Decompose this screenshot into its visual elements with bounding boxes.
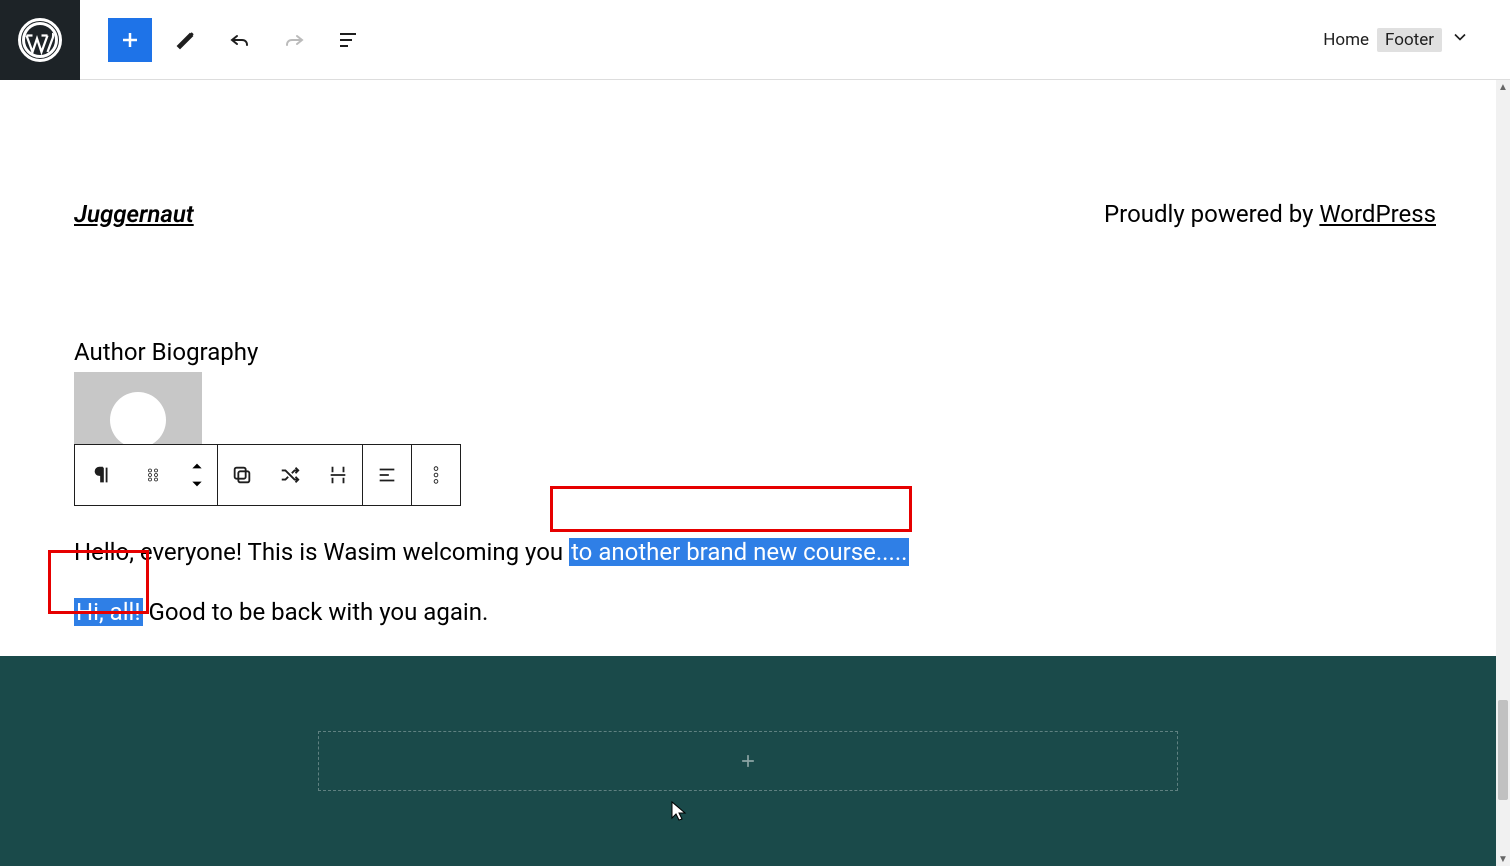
edit-mode-button[interactable] [166,20,206,60]
selected-text-2: Hi, all! [74,598,143,626]
split-button[interactable] [314,445,362,505]
breadcrumb-root: Home [1323,30,1369,50]
toolbar-left [80,18,368,62]
paragraph-block-2[interactable]: Hi, all! Good to be back with you again. [74,598,1436,626]
site-title-link[interactable]: Juggernaut [74,200,194,228]
author-bio-section: Author Biography [0,228,1510,626]
editor-canvas: Juggernaut Proudly powered by WordPress … [0,80,1510,866]
align-button[interactable] [363,445,411,505]
selected-text-1: to another brand new course..... [569,538,909,566]
add-block-button[interactable] [108,18,152,62]
template-breadcrumb[interactable]: Home Footer [1323,27,1510,52]
drag-handle[interactable] [129,445,177,505]
footer-template-part[interactable] [0,656,1496,866]
redo-button[interactable] [274,20,314,60]
append-block-button[interactable] [318,731,1178,791]
paragraph-block-1[interactable]: Hello, everyone! This is Wasim welcoming… [74,536,1436,570]
scroll-down-button[interactable]: ▼ [1496,852,1510,866]
more-options-button[interactable] [412,445,460,505]
wordpress-link[interactable]: WordPress [1319,200,1436,228]
shuffle-button[interactable] [266,445,314,505]
scroll-thumb[interactable] [1498,700,1508,800]
vertical-scrollbar[interactable]: ▲ ▼ [1496,80,1510,866]
author-bio-heading[interactable]: Author Biography [74,338,1436,366]
avatar-placeholder-icon [110,392,166,444]
author-avatar[interactable] [74,372,202,444]
editor-topbar: Home Footer [0,0,1510,80]
list-view-button[interactable] [328,20,368,60]
block-toolbar [74,444,461,506]
wordpress-icon [18,18,62,62]
scroll-up-button[interactable]: ▲ [1496,80,1510,94]
block-type-paragraph-button[interactable] [75,445,129,505]
copy-button[interactable] [218,445,266,505]
footer-row: Juggernaut Proudly powered by WordPress [0,80,1510,228]
chevron-down-icon [1450,27,1470,52]
breadcrumb-current: Footer [1377,28,1442,52]
undo-button[interactable] [220,20,260,60]
move-up-down[interactable] [177,445,217,505]
wordpress-logo[interactable] [0,0,80,80]
powered-by-text: Proudly powered by WordPress [1104,200,1436,228]
